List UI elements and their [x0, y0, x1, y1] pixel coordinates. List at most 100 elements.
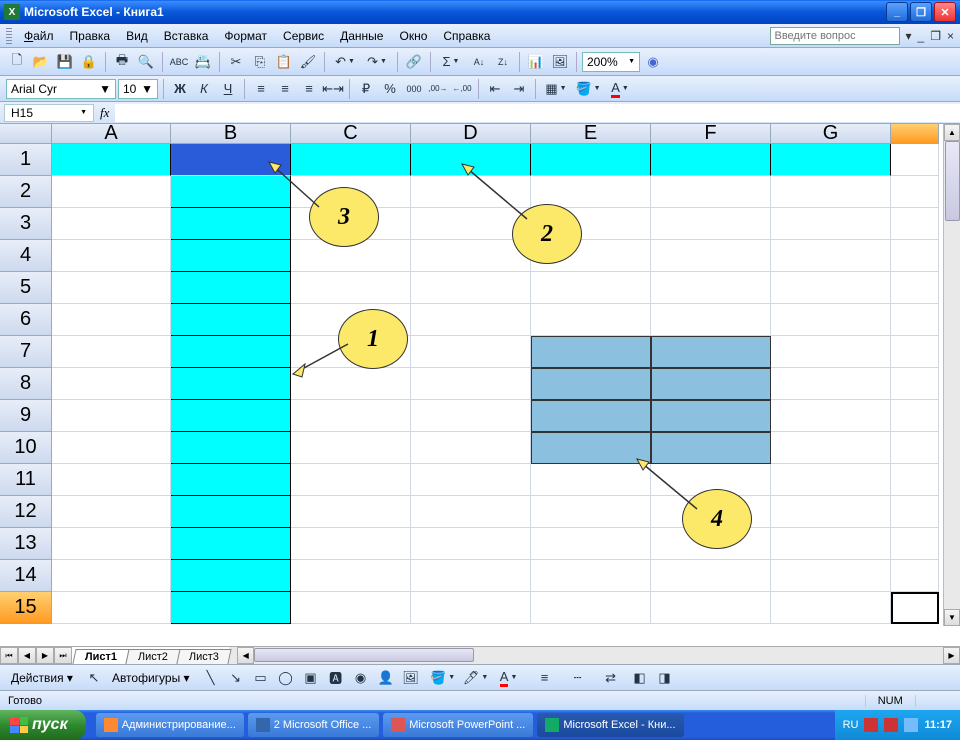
cell[interactable] [771, 560, 891, 592]
horizontal-scrollbar[interactable]: ◀ ▶ [237, 647, 960, 664]
minimize-button[interactable]: _ [886, 2, 908, 22]
cell[interactable] [891, 400, 939, 432]
cell[interactable] [291, 432, 411, 464]
cell[interactable] [52, 464, 171, 496]
percent-icon[interactable]: % [379, 78, 401, 100]
menu-edit[interactable]: Правка [62, 27, 119, 45]
cell[interactable] [171, 336, 291, 368]
mdi-minimize-button[interactable]: _ [918, 29, 925, 43]
comma-icon[interactable]: 000 [403, 78, 425, 100]
cell[interactable] [171, 304, 291, 336]
cell[interactable] [771, 496, 891, 528]
cell[interactable] [171, 400, 291, 432]
row-header-7[interactable]: 7 [0, 336, 52, 368]
col-header-c[interactable]: C [291, 124, 411, 144]
print-preview-icon[interactable]: 🔍 [135, 51, 157, 73]
cell[interactable] [651, 240, 771, 272]
cell[interactable] [651, 144, 771, 176]
tray-icon[interactable] [864, 718, 878, 732]
picture-icon[interactable]: 🖼 [400, 667, 422, 689]
cell[interactable] [651, 560, 771, 592]
cell[interactable] [52, 176, 171, 208]
cell[interactable] [531, 240, 651, 272]
formula-input[interactable] [115, 104, 960, 122]
cell[interactable] [531, 176, 651, 208]
scroll-thumb[interactable] [254, 648, 474, 662]
clock[interactable]: 11:17 [924, 719, 952, 731]
cell[interactable] [771, 240, 891, 272]
cell[interactable] [171, 272, 291, 304]
start-button[interactable]: пуск [0, 710, 86, 740]
col-header-a[interactable]: A [52, 124, 171, 144]
cell[interactable] [411, 496, 531, 528]
merge-center-icon[interactable]: ⇤⇥ [322, 78, 344, 100]
row-header-1[interactable]: 1 [0, 144, 52, 176]
cell[interactable] [651, 304, 771, 336]
cell[interactable] [411, 368, 531, 400]
row-header-12[interactable]: 12 [0, 496, 52, 528]
font-color-button[interactable]: A▼ [605, 78, 635, 100]
line-color-button[interactable]: 🖊▼ [461, 667, 491, 689]
cell[interactable] [531, 496, 651, 528]
autosum-button[interactable]: Σ▼ [436, 51, 466, 73]
menu-window[interactable]: Окно [391, 27, 435, 45]
tab-nav-first-icon[interactable]: ⏮ [0, 647, 18, 664]
tray-icon[interactable] [904, 718, 918, 732]
cell[interactable] [291, 304, 411, 336]
cell[interactable] [651, 368, 771, 400]
system-tray[interactable]: RU 11:17 [835, 710, 960, 740]
cell[interactable] [531, 272, 651, 304]
cell[interactable] [411, 400, 531, 432]
align-right-icon[interactable]: ≡ [298, 78, 320, 100]
cell[interactable] [531, 144, 651, 176]
row-header-2[interactable]: 2 [0, 176, 52, 208]
cell[interactable] [291, 528, 411, 560]
menu-view[interactable]: Вид [118, 27, 156, 45]
cell[interactable] [891, 176, 939, 208]
cell[interactable] [771, 400, 891, 432]
mdi-close-button[interactable]: × [947, 29, 954, 43]
arrow-icon[interactable]: ↘ [225, 667, 247, 689]
cell[interactable] [171, 560, 291, 592]
font-color-button[interactable]: A▼ [494, 667, 524, 689]
row-header-5[interactable]: 5 [0, 272, 52, 304]
cell[interactable] [171, 176, 291, 208]
cell[interactable] [651, 336, 771, 368]
row-header-6[interactable]: 6 [0, 304, 52, 336]
cell[interactable] [891, 368, 939, 400]
cell[interactable] [651, 592, 771, 624]
cell[interactable] [531, 464, 651, 496]
close-button[interactable]: ✕ [934, 2, 956, 22]
sheet-tab-3[interactable]: Лист3 [177, 649, 232, 664]
decrease-decimal-icon[interactable]: ←,00 [451, 78, 473, 100]
menu-tools[interactable]: Сервис [275, 27, 332, 45]
arrow-style-icon[interactable]: ⇄ [596, 667, 626, 689]
sort-desc-icon[interactable]: Z↓ [492, 51, 514, 73]
cell[interactable] [411, 144, 531, 176]
scroll-down-icon[interactable]: ▼ [944, 609, 960, 626]
cell[interactable] [891, 592, 939, 624]
cell[interactable] [411, 432, 531, 464]
scroll-right-icon[interactable]: ▶ [943, 647, 960, 664]
row-header-8[interactable]: 8 [0, 368, 52, 400]
cell[interactable] [411, 304, 531, 336]
menu-insert[interactable]: Вставка [156, 27, 217, 45]
cell[interactable] [411, 464, 531, 496]
cell[interactable] [891, 208, 939, 240]
cell[interactable] [531, 304, 651, 336]
cell[interactable] [171, 432, 291, 464]
sort-asc-icon[interactable]: A↓ [468, 51, 490, 73]
row-header-15[interactable]: 15 [0, 592, 52, 624]
cell[interactable] [291, 208, 411, 240]
row-header-3[interactable]: 3 [0, 208, 52, 240]
fill-color-button[interactable]: 🪣▼ [573, 78, 603, 100]
cell[interactable] [171, 368, 291, 400]
cell[interactable] [891, 304, 939, 336]
vertical-scrollbar[interactable]: ▲ ▼ [943, 124, 960, 626]
spellcheck-icon[interactable]: ABC [168, 51, 190, 73]
language-indicator[interactable]: RU [843, 719, 859, 731]
clipart-icon[interactable]: 👤 [375, 667, 397, 689]
cell[interactable] [171, 528, 291, 560]
cell[interactable] [651, 528, 771, 560]
name-box[interactable]: H15▼ [4, 104, 94, 122]
